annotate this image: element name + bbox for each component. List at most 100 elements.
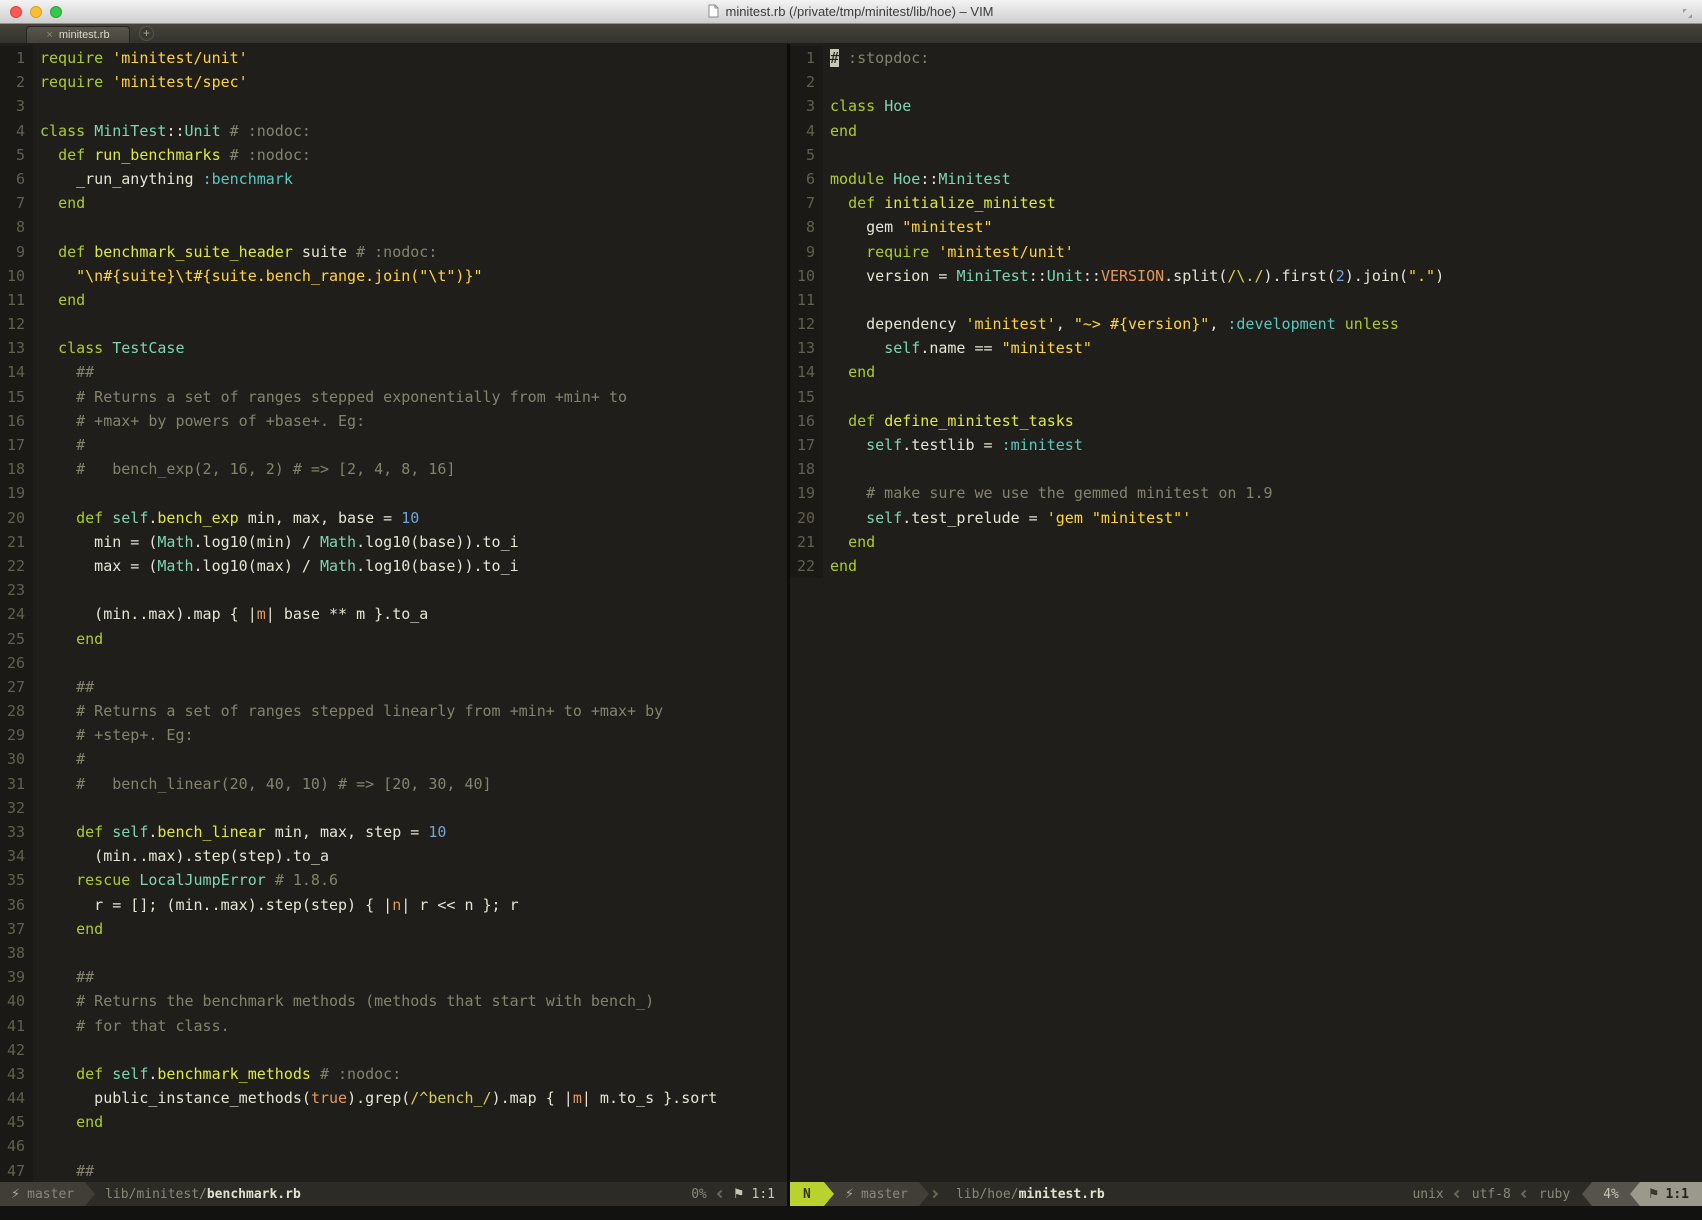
fullscreen-icon[interactable] — [1681, 5, 1694, 24]
code-line[interactable]: 46 — [0, 1134, 787, 1158]
line-number: 38 — [0, 941, 33, 965]
code-line[interactable]: 2require 'minitest/spec' — [0, 70, 787, 94]
code-line-text: self.test_prelude = 'gem "minitest"' — [823, 506, 1191, 530]
code-line[interactable]: 47 ## — [0, 1159, 787, 1182]
code-line[interactable]: 40 # Returns the benchmark methods (meth… — [0, 989, 787, 1013]
code-line[interactable]: 44 public_instance_methods(true).grep(/^… — [0, 1086, 787, 1110]
code-line[interactable]: 25 end — [0, 627, 787, 651]
command-line[interactable] — [0, 1206, 1702, 1220]
code-line[interactable]: 13 class TestCase — [0, 336, 787, 360]
code-line[interactable]: 3class Hoe — [790, 94, 1702, 118]
code-line[interactable]: 16 def define_minitest_tasks — [790, 409, 1702, 433]
zoom-button[interactable] — [50, 6, 62, 18]
code-line[interactable]: 18 — [790, 457, 1702, 481]
code-line[interactable]: 9 require 'minitest/unit' — [790, 240, 1702, 264]
code-line[interactable]: 39 ## — [0, 965, 787, 989]
code-line[interactable]: 17 # — [0, 433, 787, 457]
line-number: 5 — [790, 143, 823, 167]
code-line[interactable]: 34 (min..max).step(step).to_a — [0, 844, 787, 868]
code-line[interactable]: 32 — [0, 796, 787, 820]
code-line[interactable]: 11 end — [0, 288, 787, 312]
traffic-lights — [0, 6, 62, 18]
code-line[interactable]: 7 end — [0, 191, 787, 215]
line-number: 14 — [0, 360, 33, 384]
code-line[interactable]: 3 — [0, 94, 787, 118]
code-line[interactable]: 15 — [790, 385, 1702, 409]
code-line[interactable]: 12 dependency 'minitest', "~> #{version}… — [790, 312, 1702, 336]
code-line[interactable]: 6 _run_anything :benchmark — [0, 167, 787, 191]
code-line[interactable]: 22 max = (Math.log10(max) / Math.log10(b… — [0, 554, 787, 578]
left-code-area[interactable]: 1require 'minitest/unit'2require 'minite… — [0, 44, 787, 1182]
code-line[interactable]: 37 end — [0, 917, 787, 941]
code-line[interactable]: 11 — [790, 288, 1702, 312]
code-line[interactable]: 5 — [790, 143, 1702, 167]
code-line[interactable]: 26 — [0, 651, 787, 675]
code-line[interactable]: 13 self.name == "minitest" — [790, 336, 1702, 360]
line-number: 21 — [0, 530, 33, 554]
code-line[interactable]: 45 end — [0, 1110, 787, 1134]
tab-close-icon[interactable]: × — [46, 30, 52, 41]
code-line[interactable]: 16 # +max+ by powers of +base+. Eg: — [0, 409, 787, 433]
code-line-text: # +max+ by powers of +base+. Eg: — [33, 409, 365, 433]
code-line[interactable]: 10 "\n#{suite}\t#{suite.bench_range.join… — [0, 264, 787, 288]
code-line-text: # for that class. — [33, 1014, 230, 1038]
line-number: 27 — [0, 675, 33, 699]
code-line[interactable]: 35 rescue LocalJumpError # 1.8.6 — [0, 868, 787, 892]
code-line[interactable]: 21 min = (Math.log10(min) / Math.log10(b… — [0, 530, 787, 554]
code-line[interactable]: 24 (min..max).map { |m| base ** m }.to_a — [0, 602, 787, 626]
vim-window: minitest.rb (/private/tmp/minitest/lib/h… — [0, 0, 1702, 1220]
flag-icon: ⚑ — [733, 1187, 745, 1202]
code-line[interactable]: 1# :stopdoc: — [790, 46, 1702, 70]
code-line[interactable]: 22end — [790, 554, 1702, 578]
code-line[interactable]: 23 — [0, 578, 787, 602]
line-number: 30 — [0, 747, 33, 771]
code-line[interactable]: 33 def self.bench_linear min, max, step … — [0, 820, 787, 844]
code-line[interactable]: 17 self.testlib = :minitest — [790, 433, 1702, 457]
code-line[interactable]: 9 def benchmark_suite_header suite # :no… — [0, 240, 787, 264]
code-line-text: module Hoe::Minitest — [823, 167, 1011, 191]
code-line[interactable]: 7 def initialize_minitest — [790, 191, 1702, 215]
code-line[interactable]: 2 — [790, 70, 1702, 94]
code-line[interactable]: 4class MiniTest::Unit # :nodoc: — [0, 119, 787, 143]
code-line[interactable]: 14 end — [790, 360, 1702, 384]
code-line[interactable]: 38 — [0, 941, 787, 965]
code-line[interactable]: 1require 'minitest/unit' — [0, 46, 787, 70]
code-line-text — [33, 481, 40, 505]
line-number: 12 — [790, 312, 823, 336]
titlebar: minitest.rb (/private/tmp/minitest/lib/h… — [0, 0, 1702, 24]
right-code-area[interactable]: 1# :stopdoc:23class Hoe4end56module Hoe:… — [790, 44, 1702, 1182]
line-number: 32 — [0, 796, 33, 820]
code-line[interactable]: 21 end — [790, 530, 1702, 554]
new-tab-button[interactable]: + — [139, 26, 154, 41]
code-line[interactable]: 27 ## — [0, 675, 787, 699]
code-line[interactable]: 29 # +step+. Eg: — [0, 723, 787, 747]
code-line[interactable]: 4end — [790, 119, 1702, 143]
code-line[interactable]: 5 def run_benchmarks # :nodoc: — [0, 143, 787, 167]
code-line[interactable]: 8 gem "minitest" — [790, 215, 1702, 239]
code-line[interactable]: 12 — [0, 312, 787, 336]
code-line[interactable]: 36 r = []; (min..max).step(step) { |n| r… — [0, 893, 787, 917]
code-line[interactable]: 30 # — [0, 747, 787, 771]
code-line[interactable]: 15 # Returns a set of ranges stepped exp… — [0, 385, 787, 409]
minimize-button[interactable] — [30, 6, 42, 18]
code-line[interactable]: 19 # make sure we use the gemmed minites… — [790, 481, 1702, 505]
code-line[interactable]: 20 def self.bench_exp min, max, base = 1… — [0, 506, 787, 530]
code-line[interactable]: 14 ## — [0, 360, 787, 384]
powerline-separator — [1582, 1182, 1592, 1206]
tab-minitest[interactable]: × minitest.rb — [26, 26, 130, 43]
code-line[interactable]: 31 # bench_linear(20, 40, 10) # => [20, … — [0, 772, 787, 796]
code-line-text: def self.bench_linear min, max, step = 1… — [33, 820, 446, 844]
code-line[interactable]: 41 # for that class. — [0, 1014, 787, 1038]
code-line[interactable]: 18 # bench_exp(2, 16, 2) # => [2, 4, 8, … — [0, 457, 787, 481]
code-line[interactable]: 10 version = MiniTest::Unit::VERSION.spl… — [790, 264, 1702, 288]
code-line[interactable]: 6module Hoe::Minitest — [790, 167, 1702, 191]
code-line[interactable]: 42 — [0, 1038, 787, 1062]
code-line-text: "\n#{suite}\t#{suite.bench_range.join("\… — [33, 264, 483, 288]
cursor-position: 1:1 — [1666, 1187, 1689, 1202]
code-line[interactable]: 43 def self.benchmark_methods # :nodoc: — [0, 1062, 787, 1086]
code-line[interactable]: 19 — [0, 481, 787, 505]
code-line[interactable]: 28 # Returns a set of ranges stepped lin… — [0, 699, 787, 723]
code-line[interactable]: 20 self.test_prelude = 'gem "minitest"' — [790, 506, 1702, 530]
close-button[interactable] — [10, 6, 22, 18]
code-line[interactable]: 8 — [0, 215, 787, 239]
